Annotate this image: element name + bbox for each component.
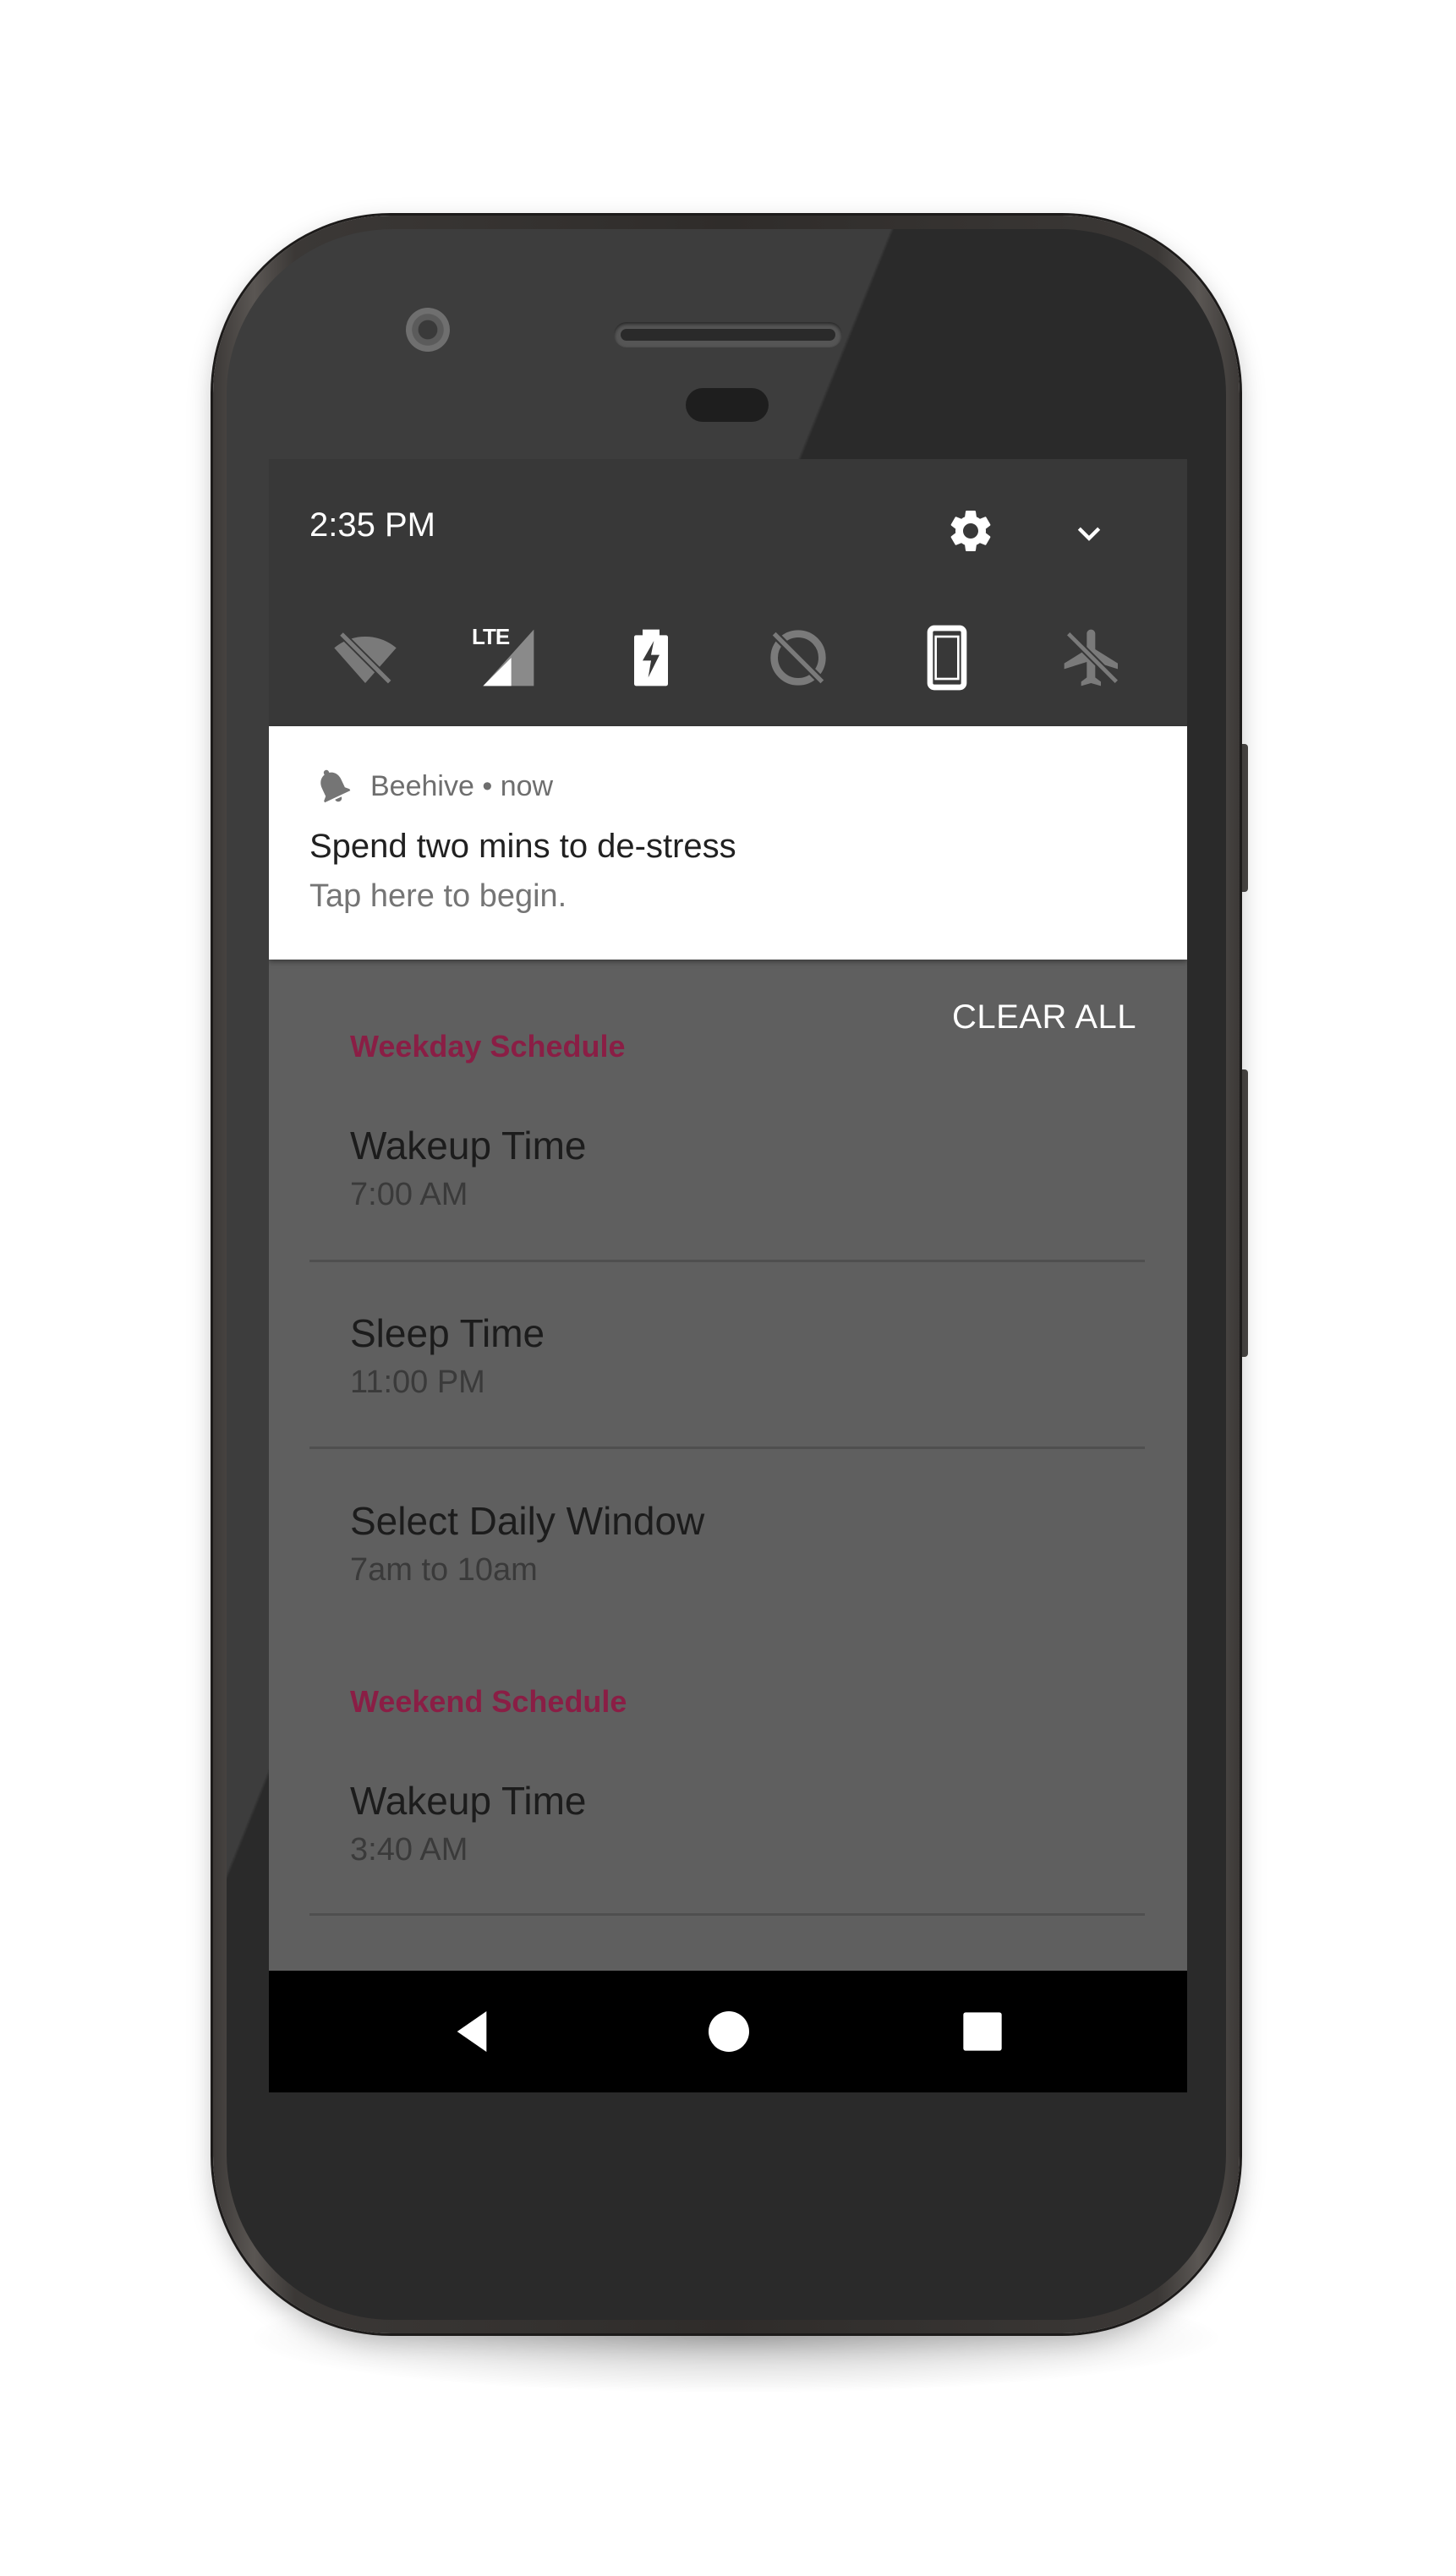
data-saver-off-icon[interactable] bbox=[764, 624, 832, 692]
front-camera bbox=[406, 308, 450, 352]
divider bbox=[309, 1913, 1145, 1916]
pref-title: Select Daily Window bbox=[350, 1499, 705, 1543]
quick-settings-panel: 2:35 PM LTE bbox=[269, 459, 1187, 726]
pref-title: Wakeup Time bbox=[350, 1779, 587, 1823]
settings-gear-icon[interactable] bbox=[945, 506, 996, 556]
section-header-weekend: Weekend Schedule bbox=[350, 1684, 627, 1719]
recents-icon[interactable] bbox=[955, 2004, 1010, 2059]
pref-weekday-daily-window[interactable]: Select Daily Window 7am to 10am bbox=[269, 1498, 1187, 1684]
pref-title: Sleep Time bbox=[350, 1311, 545, 1355]
divider bbox=[309, 1447, 1145, 1449]
phone-rotation-icon[interactable] bbox=[913, 624, 981, 692]
bell-icon bbox=[311, 762, 353, 809]
wifi-off-icon[interactable] bbox=[331, 624, 399, 692]
navigation-bar bbox=[269, 1971, 1187, 2092]
pref-weekday-wakeup-time[interactable]: Wakeup Time 7:00 AM bbox=[269, 1123, 1187, 1309]
back-icon[interactable] bbox=[448, 2004, 502, 2059]
notification-header: Beehive • now bbox=[370, 770, 553, 803]
airplane-mode-off-icon[interactable] bbox=[1059, 624, 1126, 692]
notification-title: Spend two mins to de-stress bbox=[309, 828, 736, 865]
expand-chevron-icon[interactable] bbox=[1072, 517, 1106, 550]
pref-summary: 11:00 PM bbox=[350, 1365, 485, 1400]
pref-summary: 7am to 10am bbox=[350, 1552, 538, 1588]
lte-signal-icon[interactable]: LTE bbox=[472, 624, 539, 692]
pref-title: Wakeup Time bbox=[350, 1124, 587, 1168]
divider bbox=[309, 1260, 1145, 1262]
pref-weekend-wakeup-time[interactable]: Wakeup Time 3:40 AM bbox=[269, 1778, 1187, 1964]
section-header-weekday: Weekday Schedule bbox=[350, 1029, 626, 1064]
screen: 2:35 PM LTE Beehive • now Spend two mins… bbox=[269, 459, 1187, 2092]
lte-label: LTE bbox=[472, 624, 510, 649]
pref-summary: 3:40 AM bbox=[350, 1832, 468, 1868]
pref-summary: 7:00 AM bbox=[350, 1177, 468, 1212]
notification-app-name: Beehive bbox=[370, 770, 474, 802]
notification-text: Tap here to begin. bbox=[309, 878, 567, 914]
notification-card[interactable]: Beehive • now Spend two mins to de-stres… bbox=[269, 726, 1187, 960]
pref-weekday-sleep-time[interactable]: Sleep Time 11:00 PM bbox=[269, 1310, 1187, 1496]
home-icon[interactable] bbox=[702, 2004, 756, 2059]
status-time: 2:35 PM bbox=[309, 506, 435, 544]
battery-saver-icon[interactable] bbox=[617, 624, 685, 692]
proximity-sensor bbox=[686, 388, 769, 422]
notification-time: now bbox=[500, 770, 554, 802]
clear-all-button[interactable]: CLEAR ALL bbox=[952, 998, 1136, 1036]
notification-separator: • bbox=[482, 770, 493, 802]
earpiece-speaker bbox=[614, 322, 842, 347]
